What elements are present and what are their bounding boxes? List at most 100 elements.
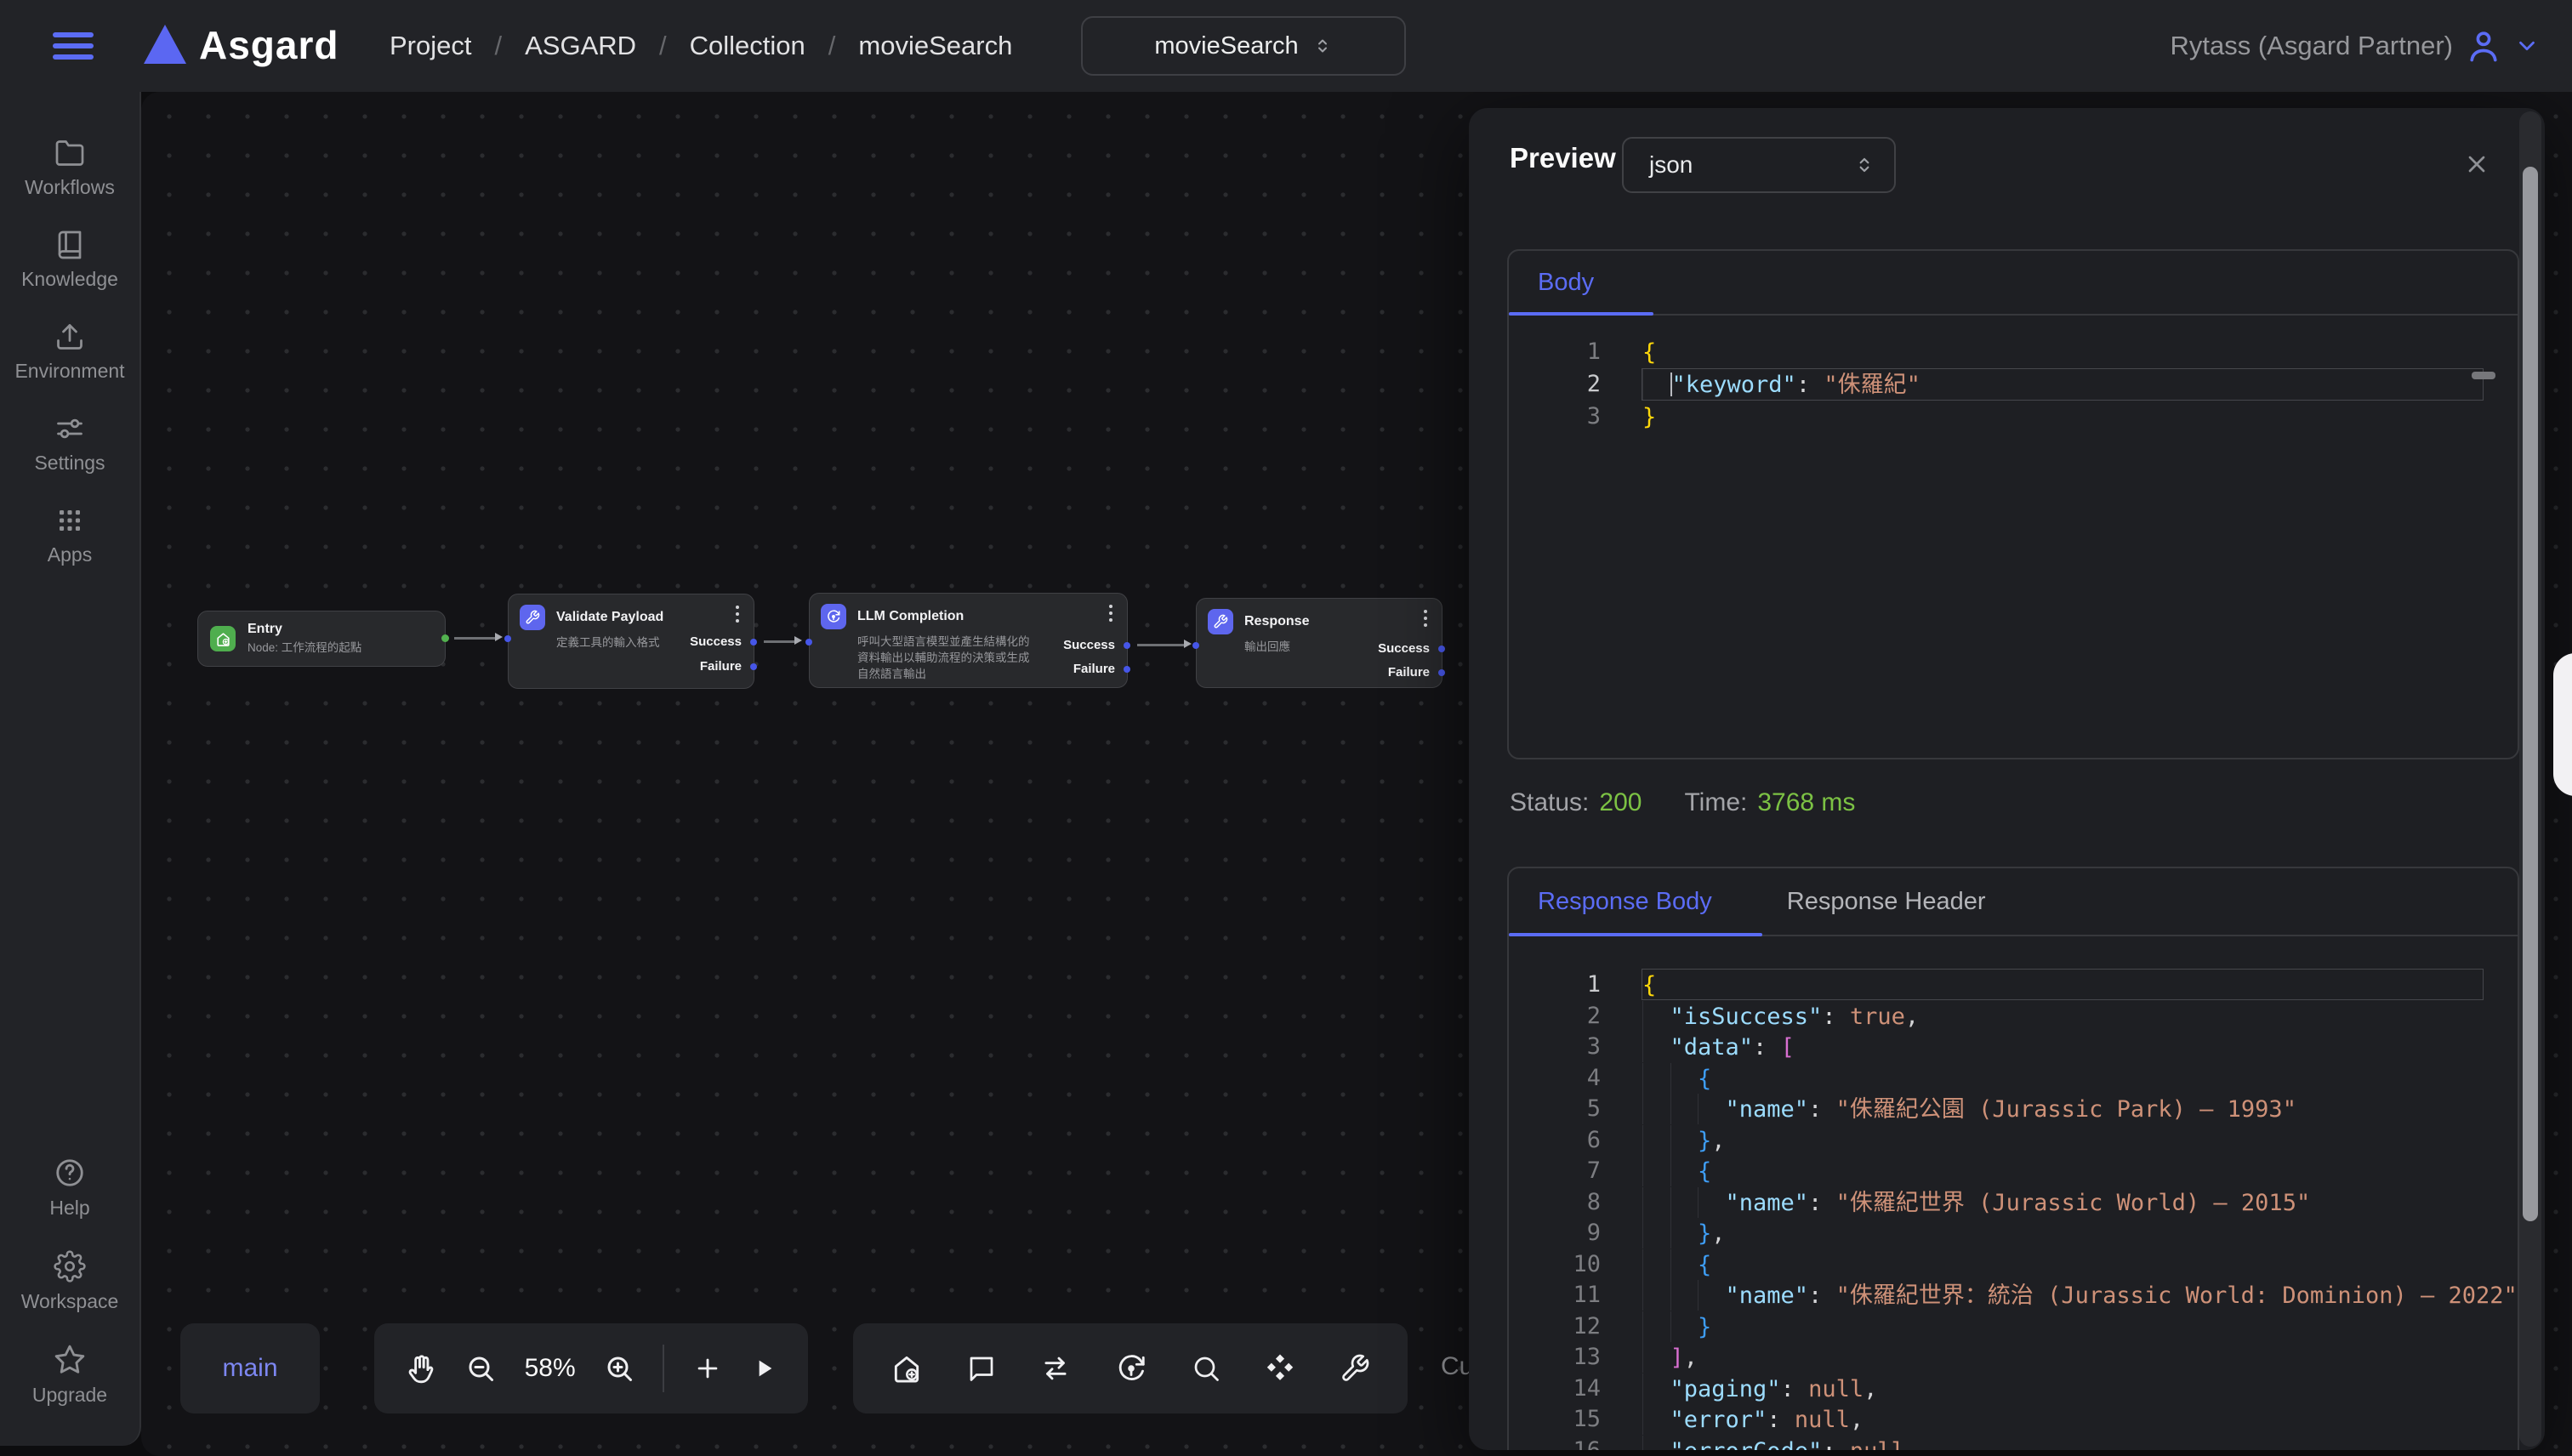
book-icon [54,230,85,260]
toolbar-divider [663,1345,664,1392]
breadcrumb-separator: / [494,31,502,61]
success-port[interactable] [1124,642,1130,649]
breadcrumb-item[interactable]: Project [390,31,471,61]
code-line: 1{ [1509,969,2518,1000]
brand-title[interactable]: Asgard [199,22,339,68]
line-number: 13 [1545,1341,1601,1373]
panel-scrollbar-thumb[interactable] [2523,167,2538,1221]
chevron-up-down-icon [1853,154,1875,176]
input-port[interactable] [504,635,511,642]
failure-port-label: Failure [700,659,742,674]
hamburger-icon[interactable] [53,32,94,60]
code-line: 2 "isSuccess": true, [1509,1000,2518,1032]
failure-port[interactable] [1124,666,1130,673]
status-value: 200 [1599,788,1642,817]
node-menu-icon[interactable] [1416,607,1435,629]
edge-arrow [794,636,802,645]
success-port[interactable] [750,639,757,646]
input-port[interactable] [805,639,812,646]
sidebar-footer: Help Workspace Upgrade [0,1157,139,1446]
llm-icon[interactable] [1115,1352,1147,1385]
success-port-label: Success [1378,641,1430,656]
line-number: 10 [1545,1248,1601,1280]
line-number: 11 [1545,1279,1601,1311]
node-menu-icon[interactable] [1101,602,1120,624]
sidebar-item-label: Environment [14,360,124,383]
line-number: 3 [1545,1031,1601,1062]
llm-icon [821,604,846,629]
asgard-logo-icon[interactable] [139,19,191,70]
success-port[interactable] [1438,646,1445,652]
swap-arrows-icon[interactable] [1039,1352,1072,1385]
edge-arrow [1184,640,1192,648]
close-icon[interactable] [2463,151,2490,178]
sidebar-item-apps[interactable]: Apps [0,505,139,566]
node-title: Entry [248,622,361,637]
node-title: Validate Payload [556,610,663,625]
failure-port[interactable] [1438,669,1445,676]
breadcrumb-item[interactable]: ASGARD [525,31,636,61]
tab-body[interactable]: Body [1538,269,1594,297]
breadcrumb-item[interactable]: movieSearch [858,31,1012,61]
comment-icon[interactable] [966,1353,997,1384]
hand-icon[interactable] [405,1352,437,1385]
editor-scrollbar-thumb[interactable] [2472,372,2495,379]
plus-icon[interactable] [693,1354,722,1383]
line-number: 5 [1545,1093,1601,1124]
code-line: 6 }, [1509,1124,2518,1156]
entry-output-port[interactable] [441,634,449,642]
request-body-editor[interactable]: 1{2 "keyword": "侏羅紀"3} [1509,316,2518,433]
sidebar-item-label: Settings [34,452,105,475]
home-plus-icon [210,626,236,651]
sidebar-item-label: Workflows [25,176,115,199]
node-llm-completion[interactable]: LLM Completion 呼叫大型語言模型並產生結構化的資料輸出以輔助流程的… [809,593,1128,688]
sidebar-item-environment[interactable]: Environment [0,321,139,383]
zoom-out-icon[interactable] [465,1353,496,1384]
node-entry[interactable]: Entry Node: 工作流程的起點 [197,611,446,667]
sidebar-item-workflows[interactable]: Workflows [0,138,139,199]
node-menu-icon[interactable] [728,603,747,625]
line-number: 2 [1545,368,1601,401]
components-icon[interactable] [1264,1352,1296,1385]
format-select[interactable]: json [1622,137,1896,193]
branch-selector[interactable]: main [180,1323,320,1413]
code-line: 5 "name": "侏羅紀公園 (Jurassic Park) – 1993" [1509,1093,2518,1124]
breadcrumb-item[interactable]: Collection [690,31,805,61]
code-line: 7 { [1509,1155,2518,1186]
code-line: 15 "error": null, [1509,1403,2518,1435]
sidebar-item-settings[interactable]: Settings [0,413,139,475]
edge-handle[interactable] [2553,653,2572,796]
left-sidebar: Workflows Knowledge Environment Settings… [0,92,141,1446]
line-number: 2 [1545,1000,1601,1032]
tab-response-header[interactable]: Response Header [1787,888,1986,916]
play-icon[interactable] [750,1355,777,1382]
zoom-in-icon[interactable] [604,1353,634,1384]
code-line: 3 "data": [ [1509,1031,2518,1062]
breadcrumb: Project / ASGARD / Collection / movieSea… [390,0,1012,92]
sidebar-item-label: Knowledge [21,268,118,291]
search-icon[interactable] [1191,1353,1221,1384]
sidebar-item-help[interactable]: Help [0,1157,139,1220]
wrench-icon[interactable] [1340,1353,1370,1384]
input-port[interactable] [1192,642,1199,649]
failure-port[interactable] [750,663,757,670]
sidebar-item-knowledge[interactable]: Knowledge [0,230,139,291]
wrench-icon [1208,609,1233,634]
status-row: Status: 200 Time: 3768 ms [1510,788,1855,817]
line-number: 4 [1545,1062,1601,1094]
sidebar-item-workspace[interactable]: Workspace [0,1250,139,1313]
node-response[interactable]: Response 輸出回應 Success Failure [1196,598,1442,688]
code-line: 3} [1509,401,2518,433]
node-validate-payload[interactable]: Validate Payload 定義工具的輸入格式 Success Failu… [508,594,754,689]
chevron-up-down-icon [1312,36,1333,56]
edge-llm-response [1137,644,1184,646]
home-plus-icon[interactable] [891,1352,923,1385]
code-line: 9 }, [1509,1217,2518,1248]
failure-port-label: Failure [1073,662,1115,676]
user-menu[interactable]: Rytass (Asgard Partner) [2171,0,2541,92]
tab-response-body[interactable]: Response Body [1538,888,1712,916]
workflow-select[interactable]: movieSearch [1081,16,1406,76]
time-label: Time: [1684,788,1747,817]
sidebar-item-upgrade[interactable]: Upgrade [0,1344,139,1407]
response-body-editor[interactable]: 1{2 "isSuccess": true,3 "data": [4 {5 "n… [1509,936,2518,1450]
